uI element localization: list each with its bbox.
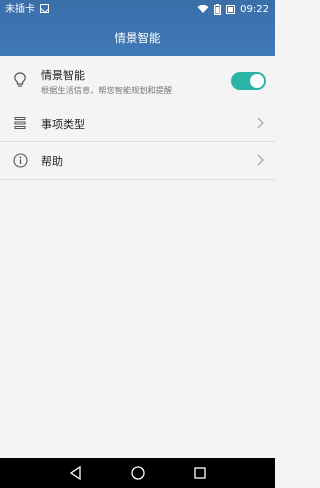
toggle-knob — [250, 74, 264, 88]
list-icon — [12, 115, 28, 131]
lightbulb-icon — [12, 72, 28, 88]
title-bar: 情景智能 — [0, 19, 275, 56]
help-title: 帮助 — [41, 155, 63, 168]
chevron-right-icon — [257, 154, 264, 166]
scene-intelligence-title: 情景智能 — [41, 69, 85, 82]
home-circle-icon[interactable] — [130, 465, 146, 481]
clock: 09:22 — [240, 4, 269, 15]
list-item-item-types[interactable]: 事项类型 — [0, 105, 275, 142]
alarm-icon — [226, 5, 236, 14]
page-title: 情景智能 — [114, 30, 161, 45]
status-left: 未插卡 — [5, 0, 50, 19]
chevron-right-icon — [257, 117, 264, 129]
battery-icon — [214, 4, 222, 15]
wifi-icon — [197, 5, 209, 13]
carrier-text: 未插卡 — [5, 4, 35, 15]
info-icon — [12, 152, 28, 168]
scene-intelligence-toggle[interactable] — [231, 72, 266, 90]
status-right: 09:22 — [197, 0, 269, 19]
navigation-bar — [0, 458, 275, 488]
header: 未插卡 09:22 情景智能 — [0, 0, 275, 56]
settings-list: 情景智能 根据生活信息，帮您智能规划和提醒 事项类型 帮助 — [0, 56, 275, 458]
scene-intelligence-subtitle: 根据生活信息，帮您智能规划和提醒 — [41, 85, 173, 95]
item-types-title: 事项类型 — [41, 118, 85, 131]
list-item-help[interactable]: 帮助 — [0, 142, 275, 180]
list-item-scene-intelligence[interactable]: 情景智能 根据生活信息，帮您智能规划和提醒 — [0, 56, 275, 106]
status-bar: 未插卡 09:22 — [0, 0, 275, 19]
back-triangle-icon[interactable] — [68, 465, 84, 481]
recents-square-icon[interactable] — [192, 465, 208, 481]
sim-card-icon — [40, 4, 50, 14]
